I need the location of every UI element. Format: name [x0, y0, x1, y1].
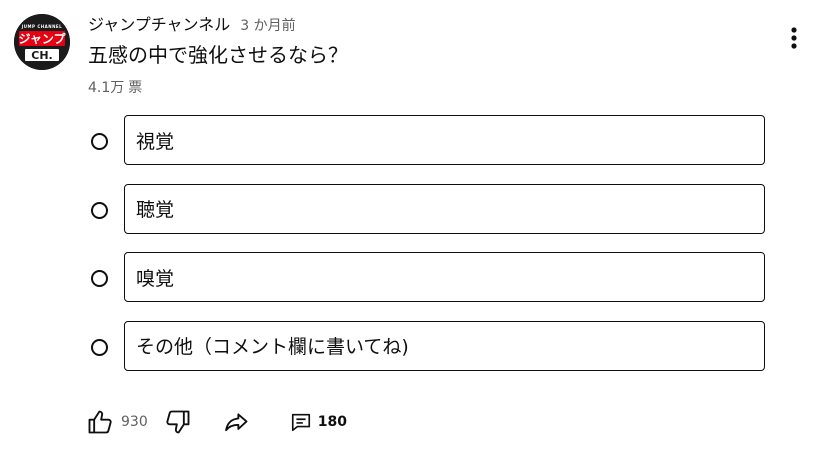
vote-count-value: 4.1万 [88, 80, 125, 96]
poll-option[interactable]: 嗅覚 [88, 252, 768, 304]
channel-avatar[interactable]: JUMP CHANNEL ジャンプ CH. [14, 14, 70, 70]
channel-name[interactable]: ジャンプチャンネル [88, 11, 230, 35]
vote-count: 4.1万票 [88, 77, 142, 97]
option-box[interactable]: 視覚 [124, 115, 765, 165]
option-label: その他（コメント欄に書いてね) [136, 336, 409, 358]
dislike-button[interactable] [162, 406, 194, 438]
comment-icon [291, 413, 310, 432]
share-button[interactable] [220, 406, 252, 438]
option-box[interactable]: 聴覚 [124, 183, 765, 234]
jump-channel-logo: JUMP CHANNEL ジャンプ CH. [14, 14, 70, 70]
like-button[interactable] [84, 406, 116, 438]
poll-option[interactable]: その他（コメント欄に書いてね) [88, 320, 768, 373]
like-count: 930 [121, 414, 148, 430]
comment-count: 180 [317, 414, 347, 430]
option-label: 聴覚 [136, 199, 175, 221]
thumb-up-icon [88, 410, 112, 434]
poll-options: 視覚 聴覚 嗅覚 その他（コメント欄に書いてね) [88, 115, 768, 389]
poll-option[interactable]: 視覚 [88, 115, 768, 167]
action-bar: 930 180 [84, 404, 347, 440]
poll-option[interactable]: 聴覚 [88, 183, 768, 236]
radio-button[interactable] [91, 133, 108, 150]
option-box[interactable]: 嗅覚 [124, 252, 765, 302]
radio-button[interactable] [91, 270, 108, 287]
svg-text:ジャンプ: ジャンプ [18, 31, 66, 46]
more-options-button[interactable] [780, 22, 808, 54]
thumb-down-icon [166, 410, 190, 434]
option-label: 嗅覚 [136, 267, 175, 290]
more-vert-icon [791, 27, 797, 49]
option-label: 視覚 [136, 130, 175, 153]
comment-button[interactable]: 180 [290, 411, 347, 433]
poll-question: 五感の中で強化させるなら？ [88, 43, 348, 67]
post-header: ジャンプチャンネル 3 か月前 [88, 11, 296, 35]
option-box[interactable]: その他（コメント欄に書いてね) [124, 320, 765, 371]
vote-count-unit: 票 [128, 80, 143, 96]
radio-button[interactable] [91, 338, 108, 356]
svg-text:JUMP CHANNEL: JUMP CHANNEL [21, 24, 62, 29]
svg-text:CH.: CH. [31, 49, 52, 62]
radio-button[interactable] [91, 201, 108, 219]
share-icon [224, 413, 248, 432]
post-time[interactable]: 3 か月前 [240, 15, 295, 35]
